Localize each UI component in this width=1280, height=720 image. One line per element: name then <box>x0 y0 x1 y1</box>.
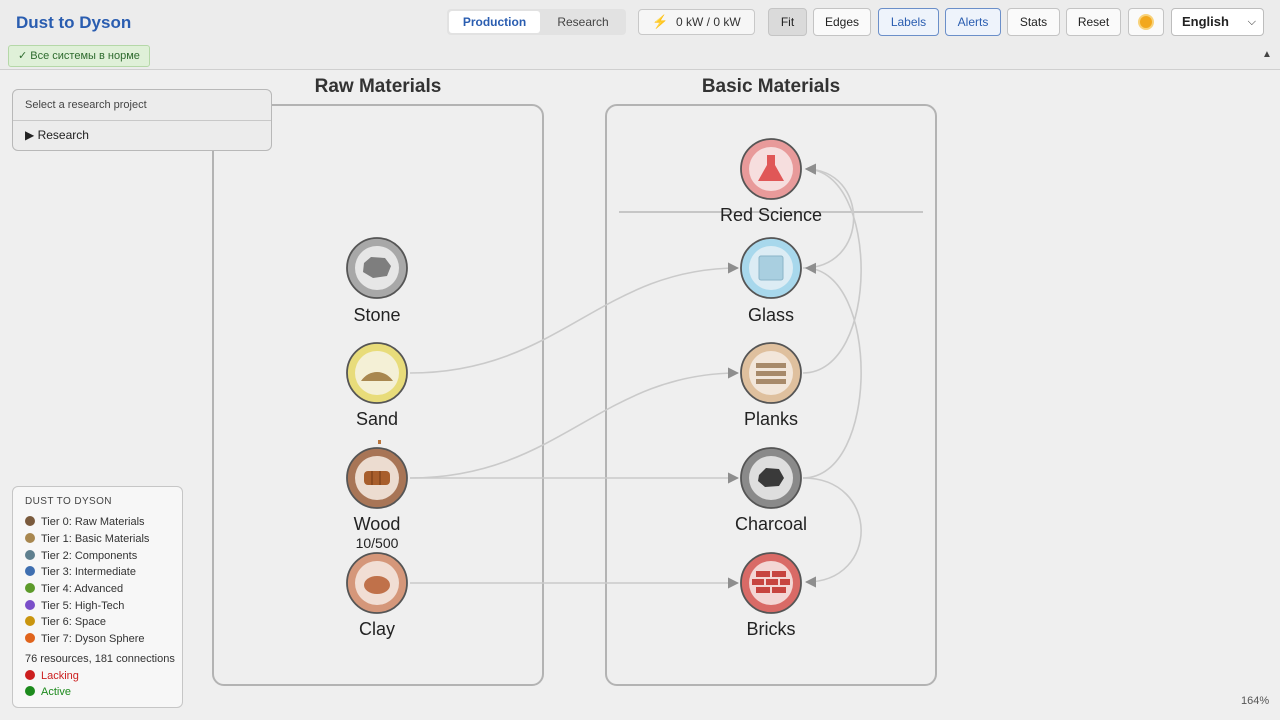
zoom-level: 164% <box>1241 695 1270 707</box>
node-label-glass: Glass <box>747 305 794 325</box>
legend-tier-4: Tier 4: Advanced <box>25 582 123 596</box>
edge-wood-planks <box>409 367 740 479</box>
research-panel: Select a research project ▶ Research <box>12 89 272 151</box>
edge-charcoal-glass <box>802 262 862 479</box>
clay-icon <box>364 576 390 594</box>
tier-4-dot <box>25 583 35 593</box>
node-planks[interactable] <box>740 342 802 404</box>
legend-tier-0: Tier 0: Raw Materials <box>25 515 145 529</box>
node-stock-wood: 10/500 <box>355 535 399 551</box>
edge-sand-glass <box>409 262 740 374</box>
node-label-stone: Stone <box>353 305 401 325</box>
graph-svg <box>346 138 923 614</box>
node-glass[interactable] <box>740 237 802 299</box>
view-tabs: Production Research <box>447 9 626 35</box>
node-label-clay: Clay <box>358 619 395 639</box>
legend-label: Active <box>41 686 71 698</box>
node-label-wood: Wood <box>353 514 401 534</box>
legend-tier-3: Tier 3: Intermediate <box>25 565 136 579</box>
node-red-science[interactable] <box>740 138 802 200</box>
legend-tier-6: Tier 6: Space <box>25 615 106 629</box>
legend-tier-2: Tier 2: Components <box>25 549 137 563</box>
top-toolbar: Dust to Dyson ✓ Все системы в норме Prod… <box>0 0 1280 70</box>
collapse-toolbar-icon[interactable]: ▲ <box>1262 49 1272 60</box>
graph-canvas[interactable]: Raw Materials Basic Materials Stone Sand… <box>0 70 1280 720</box>
legend-label: Tier 1: Basic Materials <box>41 533 150 545</box>
node-sand[interactable] <box>346 342 408 404</box>
sun-icon <box>1140 16 1152 28</box>
legend-label: Tier 7: Dyson Sphere <box>41 633 145 645</box>
wood-log-icon <box>364 471 390 485</box>
system-status-badge: ✓ Все системы в норме <box>8 45 150 67</box>
active-dot <box>25 686 35 696</box>
tier-0-dot <box>25 516 35 526</box>
legend-label: Tier 5: High-Tech <box>41 600 125 612</box>
language-select[interactable]: English ⌵ <box>1171 8 1264 36</box>
legend-label: Tier 0: Raw Materials <box>41 516 145 528</box>
tab-research[interactable]: Research <box>542 11 624 33</box>
lacking-dot <box>25 670 35 680</box>
tier-6-dot <box>25 616 35 626</box>
planks-icon <box>756 363 786 384</box>
node-label-sand: Sand <box>355 409 399 429</box>
node-clay[interactable] <box>346 552 408 614</box>
node-label-red-science: Red Science <box>719 205 823 225</box>
node-charcoal[interactable] <box>740 447 802 509</box>
lightning-icon: ⚡ <box>652 14 669 29</box>
reset-button[interactable]: Reset <box>1066 8 1121 36</box>
power-indicator: ⚡ 0 kW / 0 kW <box>638 9 755 35</box>
legend-title: DUST TO DYSON <box>25 496 112 507</box>
legend-label: Tier 3: Intermediate <box>41 566 136 578</box>
language-value: English <box>1182 14 1229 29</box>
tier-5-dot <box>25 600 35 610</box>
legend-status-active: Active <box>25 685 71 699</box>
power-value: 0 kW / 0 kW <box>676 15 741 29</box>
fit-button[interactable]: Fit <box>768 8 807 36</box>
tier-2-dot <box>25 550 35 560</box>
legend-status-lacking: Lacking <box>25 669 79 683</box>
legend-tier-1: Tier 1: Basic Materials <box>25 532 149 546</box>
tier-1-dot <box>25 533 35 543</box>
node-label-charcoal: Charcoal <box>734 514 808 534</box>
research-project-select[interactable]: Select a research project <box>13 90 271 121</box>
node-wood[interactable] <box>346 440 408 509</box>
alerts-button[interactable]: Alerts <box>945 8 1001 36</box>
edges-button[interactable]: Edges <box>813 8 871 36</box>
legend-panel: DUST TO DYSON Tier 0: Raw Materials Tier… <box>12 486 183 708</box>
tier-3-dot <box>25 566 35 576</box>
app-title: Dust to Dyson <box>16 13 132 32</box>
legend-label: Tier 2: Components <box>41 550 138 562</box>
glass-pane-icon <box>758 255 784 281</box>
node-label-planks: Planks <box>743 409 799 429</box>
legend-tier-7: Tier 7: Dyson Sphere <box>25 632 145 646</box>
edge-planks-redscience <box>802 163 862 374</box>
legend-label: Lacking <box>41 670 79 682</box>
legend-tier-5: Tier 5: High-Tech <box>25 599 124 613</box>
legend-label: Tier 4: Advanced <box>41 583 124 595</box>
node-bricks[interactable] <box>740 552 802 614</box>
node-stone[interactable] <box>346 237 408 299</box>
node-label-bricks: Bricks <box>746 619 796 639</box>
research-toggle[interactable]: ▶ Research <box>25 128 89 142</box>
legend-summary: 76 resources, 181 connections <box>25 653 175 665</box>
labels-button[interactable]: Labels <box>878 8 939 36</box>
chevron-down-icon: ⌵ <box>1247 16 1256 28</box>
stats-button[interactable]: Stats <box>1007 8 1060 36</box>
tab-production[interactable]: Production <box>449 11 540 33</box>
tier-7-dot <box>25 633 35 643</box>
theme-toggle-button[interactable] <box>1128 8 1164 36</box>
legend-label: Tier 6: Space <box>41 616 107 628</box>
